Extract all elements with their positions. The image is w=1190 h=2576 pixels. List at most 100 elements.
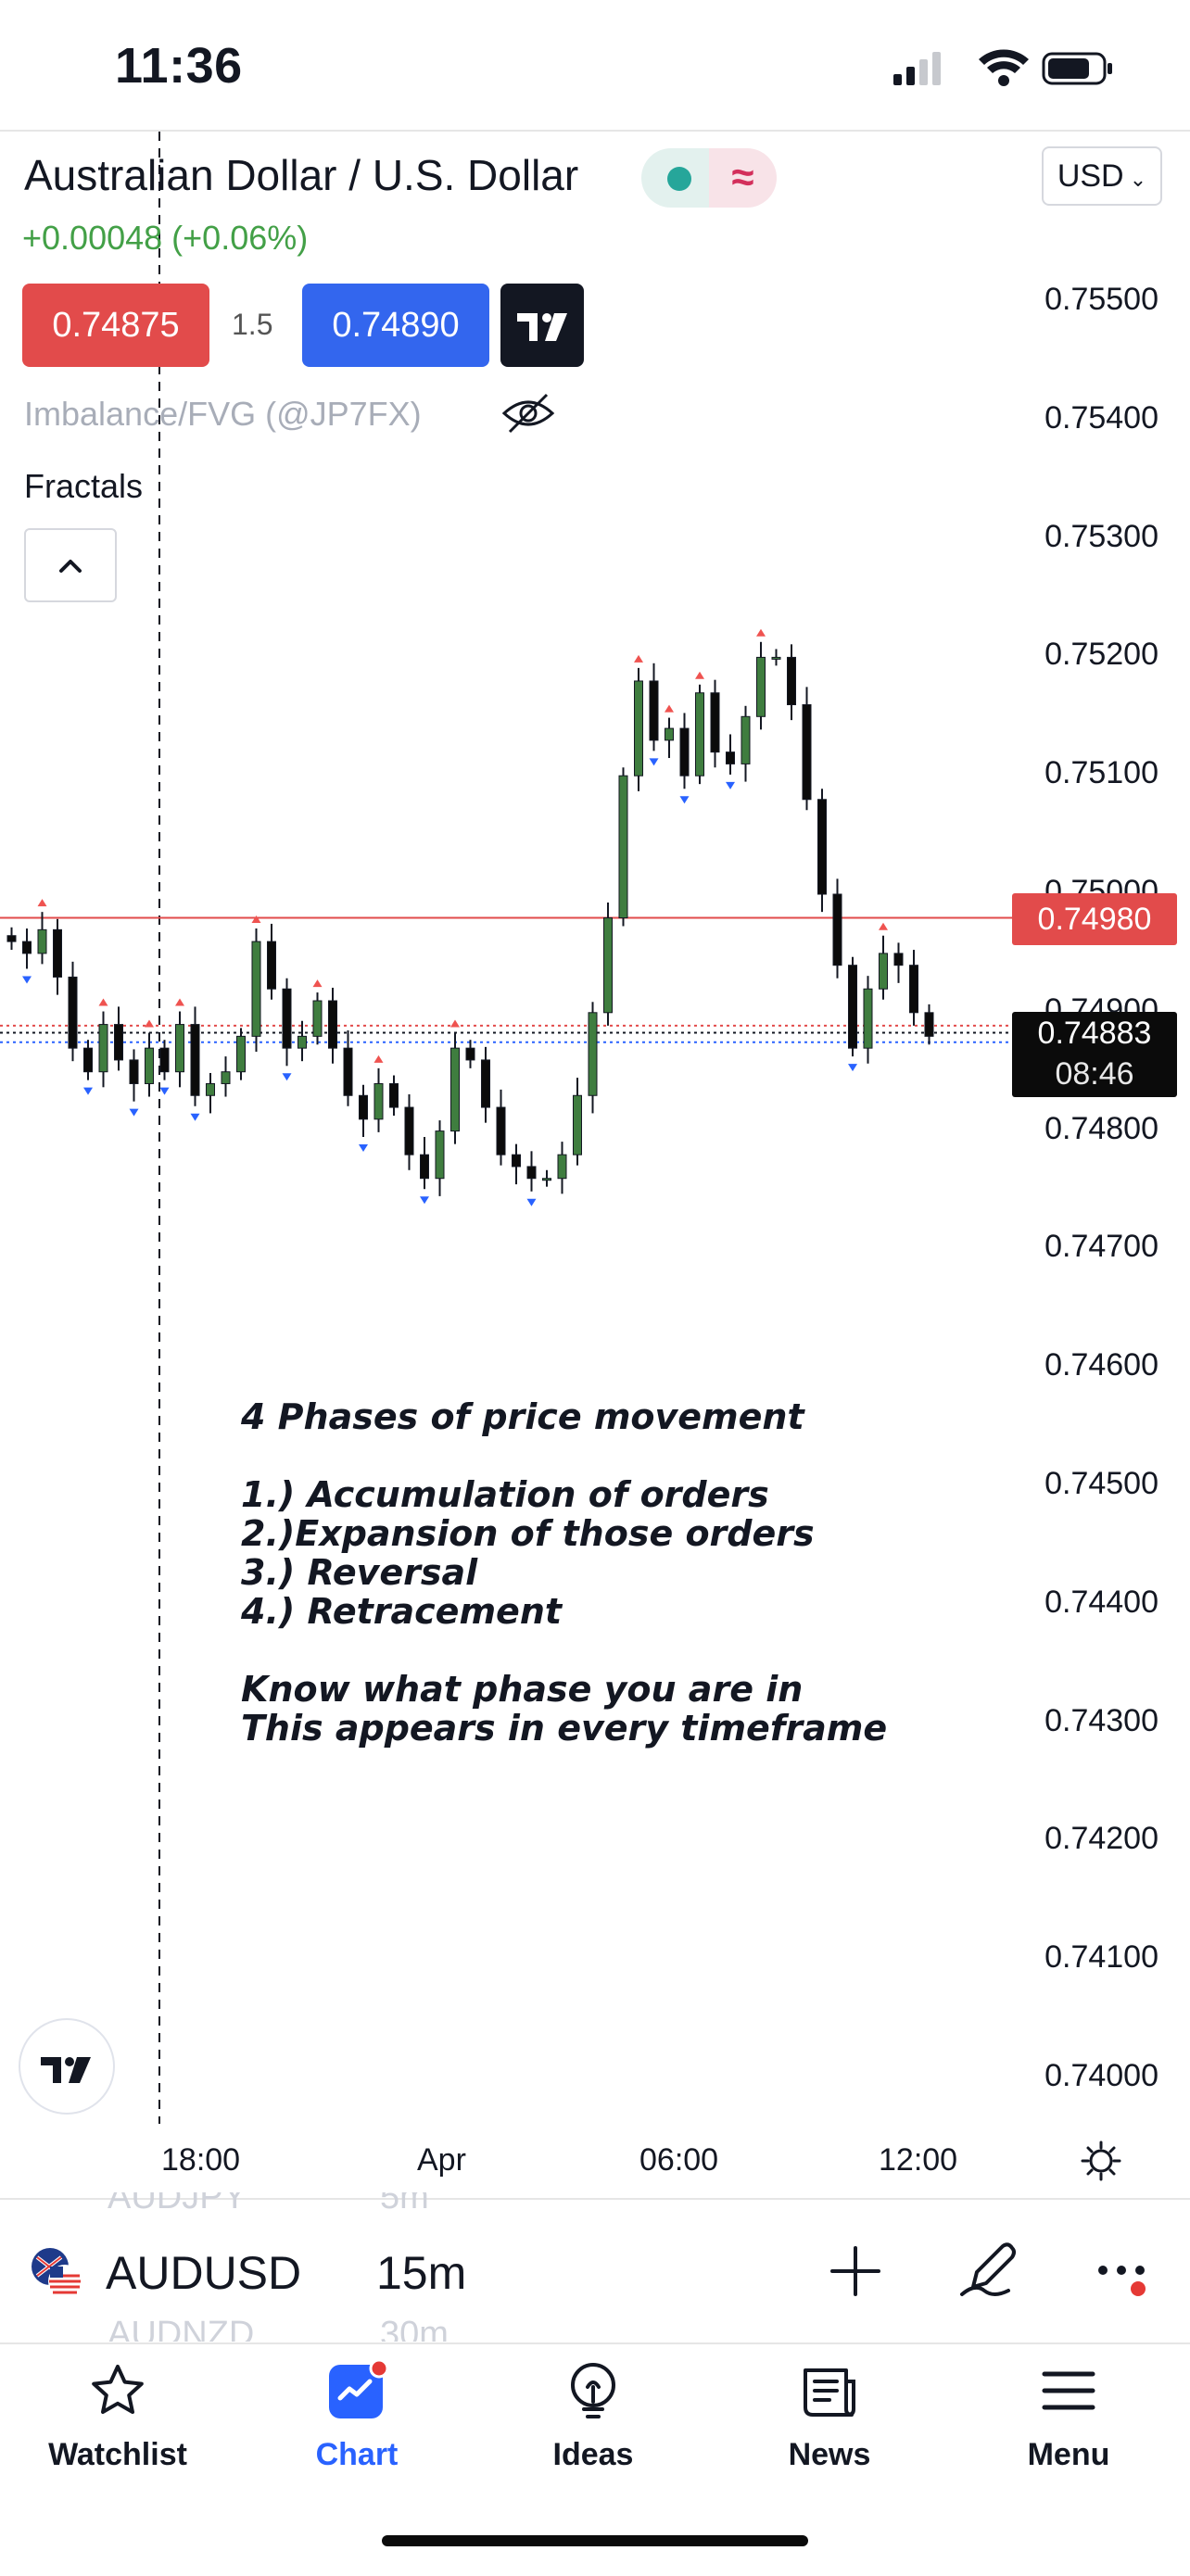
fractal-up-marker <box>373 1054 384 1063</box>
candle <box>282 978 292 1067</box>
candle <box>787 644 796 721</box>
candle <box>22 928 32 969</box>
candle <box>465 1040 475 1068</box>
fractal-down-marker <box>22 976 32 984</box>
candle <box>634 667 643 791</box>
annotation-line: This appears in every timeframe <box>241 1708 888 1749</box>
candle <box>251 928 261 1052</box>
candle <box>679 713 690 789</box>
time-axis-label: Apr <box>417 2142 466 2178</box>
time-axis-label: 12:00 <box>879 2142 958 2178</box>
candle <box>802 687 812 811</box>
price-axis-label: 0.74400 <box>1044 1584 1158 1620</box>
tradingview-watermark[interactable] <box>19 2018 115 2115</box>
candle <box>328 987 337 1064</box>
candle <box>206 1072 215 1114</box>
chevron-up-icon <box>59 560 82 573</box>
candle <box>496 1089 506 1166</box>
candle <box>618 767 628 927</box>
tab-menu[interactable]: Menu <box>981 2361 1157 2481</box>
fractal-up-marker <box>695 671 704 679</box>
candle <box>771 649 781 666</box>
candle <box>450 1032 460 1144</box>
candle <box>359 1084 368 1137</box>
indicator-label-fractals[interactable]: Fractals <box>24 467 143 506</box>
candle <box>893 942 904 983</box>
candle <box>603 902 613 1026</box>
price-axis-label: 0.75400 <box>1044 399 1158 436</box>
horizontal-line-price-tag: 0.74980 <box>1012 893 1177 945</box>
market-open-dot-icon <box>667 167 691 191</box>
fractal-up-marker <box>450 1019 460 1028</box>
price-axis-label: 0.74600 <box>1044 1347 1158 1383</box>
annotation-line: 4 Phases of price movement <box>241 1396 804 1437</box>
more-options-icon[interactable] <box>1094 2248 1153 2307</box>
price-axis-label: 0.75100 <box>1044 755 1158 791</box>
interval-picker[interactable]: 15m <box>376 2246 466 2300</box>
buy-button[interactable]: 0.74890 <box>302 284 489 367</box>
candle <box>924 1004 934 1045</box>
tradingview-logo-icon <box>517 313 567 341</box>
candle <box>848 956 857 1057</box>
fractal-down-marker <box>726 781 735 789</box>
tradingview-logo-icon <box>41 2057 91 2083</box>
menu-icon <box>1042 2371 1095 2410</box>
tab-watchlist[interactable]: Watchlist <box>30 2361 206 2481</box>
fractal-up-marker <box>98 998 108 1006</box>
candle <box>98 1011 108 1088</box>
fractal-down-marker <box>526 1198 537 1206</box>
candle <box>37 912 47 965</box>
battery-icon <box>1042 52 1112 85</box>
currency-select[interactable]: USD ⌄ <box>1042 146 1162 206</box>
fractal-up-marker <box>145 1019 154 1028</box>
candle <box>526 1151 537 1192</box>
candle <box>373 1067 384 1132</box>
broker-tradingview-button[interactable] <box>500 284 584 367</box>
price-axis-label: 0.74100 <box>1044 1939 1158 1976</box>
annotation-line: 3.) Reversal <box>241 1552 478 1593</box>
spread-value: 1.5 <box>232 308 273 341</box>
candle <box>741 705 751 782</box>
chart-text-annotation[interactable]: 4 Phases of price movement 1.) Accumulat… <box>241 1397 887 1748</box>
candle <box>145 1032 154 1097</box>
add-plus-icon[interactable] <box>825 2241 886 2302</box>
candle <box>710 679 720 768</box>
symbol-picker[interactable]: AUDUSD <box>106 2246 301 2300</box>
indicator-label-imbalance[interactable]: Imbalance/FVG (@JP7FX) <box>24 395 422 434</box>
market-status-pill[interactable]: ≈ <box>641 148 777 208</box>
candle <box>756 641 766 730</box>
candle <box>512 1143 521 1185</box>
candle <box>68 961 78 1062</box>
candle <box>726 734 735 775</box>
symbol-title[interactable]: Australian Dollar / U.S. Dollar <box>24 150 578 200</box>
annotation-line <box>241 1631 887 1670</box>
tab-ideas[interactable]: Ideas <box>505 2361 681 2481</box>
fractal-down-marker <box>159 1087 170 1095</box>
collapse-indicators-button[interactable] <box>24 528 117 602</box>
lightbulb-icon <box>571 2363 615 2418</box>
candle <box>159 1040 170 1080</box>
bar-countdown: 08:46 <box>1055 1056 1134 1092</box>
drawing-pen-icon[interactable] <box>956 2233 1027 2304</box>
price-axis-label: 0.75200 <box>1044 637 1158 673</box>
candle <box>312 992 323 1045</box>
tab-label: Ideas <box>552 2437 634 2472</box>
candle <box>129 1049 139 1102</box>
candle <box>83 1040 93 1080</box>
price-change: +0.00048 (+0.06%) <box>22 219 309 257</box>
candle <box>420 1136 429 1190</box>
fractal-down-marker <box>282 1073 292 1081</box>
cellular-signal-icon <box>893 52 941 85</box>
sell-button[interactable]: 0.74875 <box>22 284 209 367</box>
chart-icon <box>329 2361 386 2418</box>
fractal-down-marker <box>83 1087 93 1095</box>
settings-gear-icon[interactable] <box>1079 2139 1123 2183</box>
fractal-up-marker <box>251 915 261 924</box>
tab-chart[interactable]: Chart <box>269 2361 445 2481</box>
candle <box>114 1006 123 1071</box>
tab-news[interactable]: News <box>741 2361 918 2481</box>
hidden-eye-icon[interactable] <box>500 389 556 437</box>
annotation-line: 2.)Expansion of those orders <box>241 1513 815 1554</box>
annotation-line: Know what phase you are in <box>241 1669 804 1710</box>
tab-label: News <box>788 2437 871 2472</box>
